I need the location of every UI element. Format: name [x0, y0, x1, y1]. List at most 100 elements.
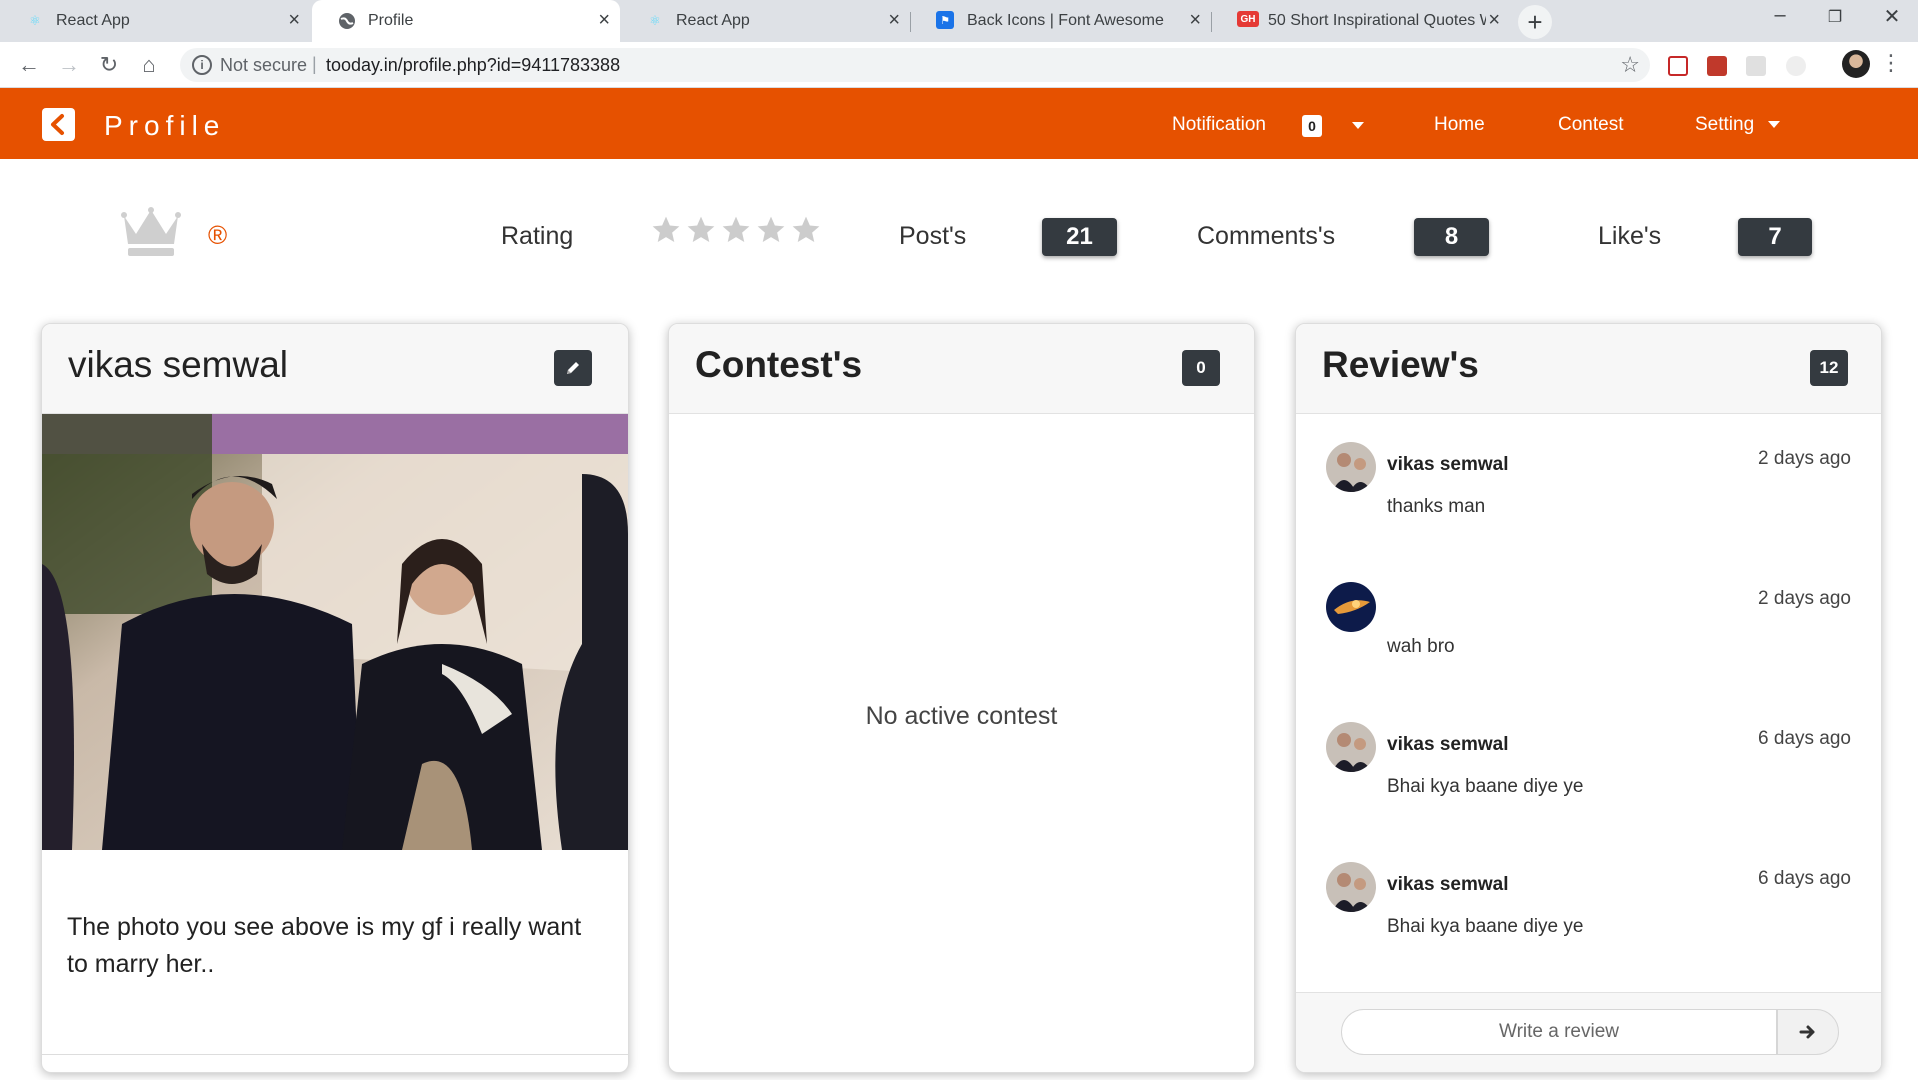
reviewer-name[interactable]: vikas semwal — [1387, 734, 1508, 756]
browser-tab[interactable]: ⚛ React App × — [0, 0, 310, 42]
reviewer-avatar[interactable] — [1326, 722, 1376, 772]
review-composer — [1296, 992, 1881, 1072]
tab-title: 50 Short Inspirational Quotes We — [1268, 12, 1486, 29]
star-icon[interactable] — [685, 214, 717, 246]
caret-down-icon[interactable] — [1352, 122, 1364, 129]
close-tab-icon[interactable]: × — [1488, 9, 1500, 32]
likes-label: Like's — [1598, 222, 1662, 250]
pdf-icon[interactable] — [1707, 56, 1727, 76]
back-arrow-icon[interactable]: ← — [14, 50, 44, 80]
no-contest-message: No active contest — [865, 702, 1058, 730]
review-time: 2 days ago — [1758, 588, 1851, 609]
star-icon[interactable] — [720, 214, 752, 246]
review-item: vikas semwal 6 days ago Bhai kya baane d… — [1296, 862, 1881, 992]
browser-tab-strip: ⚛ React App × Profile × ⚛ React App × ⚑ … — [0, 0, 1918, 42]
review-item: vikas semwal 2 days ago thanks man — [1296, 442, 1881, 572]
reload-icon[interactable]: ↻ — [94, 50, 124, 80]
nav-home[interactable]: Home — [1434, 114, 1485, 136]
reviewer-name[interactable]: vikas semwal — [1387, 454, 1508, 476]
tab-title: Back Icons | Font Awesome — [967, 12, 1164, 29]
forward-arrow-icon[interactable]: → — [54, 50, 84, 80]
flag-icon: ⚑ — [936, 11, 954, 29]
new-tab-button[interactable]: + — [1518, 5, 1552, 39]
reviewer-avatar[interactable] — [1326, 442, 1376, 492]
reviewer-name[interactable]: vikas semwal — [1387, 874, 1508, 896]
security-status: Not secure — [220, 55, 308, 75]
browser-tab[interactable]: ⚛ React App × — [620, 0, 910, 42]
review-input[interactable] — [1341, 1009, 1777, 1055]
edit-profile-button[interactable] — [554, 350, 592, 386]
nav-setting[interactable]: Setting — [1695, 114, 1754, 136]
address-bar[interactable]: i Not secure | tooday.in/profile.php?id=… — [180, 48, 1650, 82]
reviewer-avatar[interactable] — [1326, 862, 1376, 912]
star-icon[interactable] — [650, 214, 682, 246]
review-item: vikas semwal 6 days ago Bhai kya baane d… — [1296, 722, 1881, 852]
extension-icon[interactable] — [1786, 56, 1806, 76]
comments-count-badge: 8 — [1414, 218, 1489, 256]
registered-mark: ® — [208, 220, 228, 250]
restore-icon[interactable]: ❐ — [1810, 7, 1860, 27]
review-time: 2 days ago — [1758, 448, 1851, 469]
contest-title: Contest's — [695, 344, 863, 385]
browser-tab-active[interactable]: Profile × — [312, 0, 620, 42]
browser-tab[interactable]: GH 50 Short Inspirational Quotes We × — [1212, 0, 1510, 42]
pencil-icon — [567, 362, 579, 374]
close-tab-icon[interactable]: × — [888, 9, 900, 32]
tab-title: React App — [56, 12, 130, 29]
close-tab-icon[interactable]: × — [598, 9, 610, 32]
app-header: Profile Notification 0 Home Contest Sett… — [0, 88, 1918, 159]
react-icon: ⚛ — [649, 13, 661, 28]
send-review-button[interactable] — [1777, 1009, 1839, 1055]
profile-card: vikas semwal The photo you see above is … — [41, 323, 629, 1073]
review-time: 6 days ago — [1758, 728, 1851, 749]
home-icon[interactable]: ⌂ — [134, 50, 164, 80]
star-icon[interactable] — [755, 214, 787, 246]
close-tab-icon[interactable]: × — [1189, 9, 1201, 32]
card-divider — [42, 1054, 628, 1055]
contest-card-header: Contest's 0 — [669, 324, 1254, 414]
info-icon[interactable]: i — [192, 55, 212, 75]
browser-toolbar: ← → ↻ ⌂ i Not secure | tooday.in/profile… — [0, 42, 1918, 88]
notification-count-badge: 0 — [1302, 115, 1322, 137]
contest-card: Contest's 0 No active contest — [668, 323, 1255, 1073]
browser-menu-icon[interactable]: ⋮ — [1880, 52, 1902, 74]
caret-down-icon[interactable] — [1768, 121, 1780, 128]
extension-icon[interactable] — [1746, 56, 1766, 76]
reviews-card-header: Review's 12 — [1296, 324, 1881, 414]
crown-icon — [120, 206, 182, 263]
reviews-title: Review's — [1322, 344, 1479, 385]
url-text[interactable]: tooday.in/profile.php?id=9411783388 — [326, 55, 620, 76]
arrow-right-icon — [1799, 1025, 1815, 1039]
minimize-icon[interactable]: – — [1755, 4, 1805, 27]
star-icon[interactable] — [790, 214, 822, 246]
close-tab-icon[interactable]: × — [288, 9, 300, 32]
profile-name: vikas semwal — [68, 344, 288, 385]
nav-contest[interactable]: Contest — [1558, 114, 1623, 136]
nav-notification[interactable]: Notification — [1172, 114, 1266, 136]
pocket-icon[interactable] — [1668, 56, 1688, 76]
close-window-icon[interactable]: ✕ — [1867, 4, 1917, 29]
separator: | — [312, 54, 317, 74]
browser-tab[interactable]: ⚑ Back Icons | Font Awesome × — [911, 0, 1211, 42]
reviewer-avatar[interactable] — [1326, 582, 1376, 632]
review-text: Bhai kya baane diye ye — [1387, 916, 1584, 937]
rating-label: Rating — [501, 222, 574, 250]
globe-icon — [337, 11, 357, 31]
reviews-count-badge: 12 — [1810, 350, 1848, 386]
comments-label: Comments's — [1197, 222, 1336, 250]
gh-icon: GH — [1237, 11, 1259, 27]
contest-count-badge: 0 — [1182, 350, 1220, 386]
page-title: Profile — [104, 110, 226, 141]
profile-photo — [42, 414, 628, 850]
posts-label: Post's — [899, 222, 967, 250]
review-time: 6 days ago — [1758, 868, 1851, 889]
profile-card-header: vikas semwal — [42, 324, 628, 414]
tab-title: Profile — [368, 12, 414, 29]
profile-bio: The photo you see above is my gf i reall… — [67, 913, 582, 978]
tab-title: React App — [676, 12, 750, 29]
react-icon: ⚛ — [29, 13, 41, 28]
review-text: wah bro — [1387, 636, 1455, 657]
bookmark-star-icon[interactable]: ☆ — [1620, 52, 1640, 78]
back-button[interactable] — [42, 108, 75, 141]
browser-profile-avatar[interactable] — [1842, 50, 1870, 78]
